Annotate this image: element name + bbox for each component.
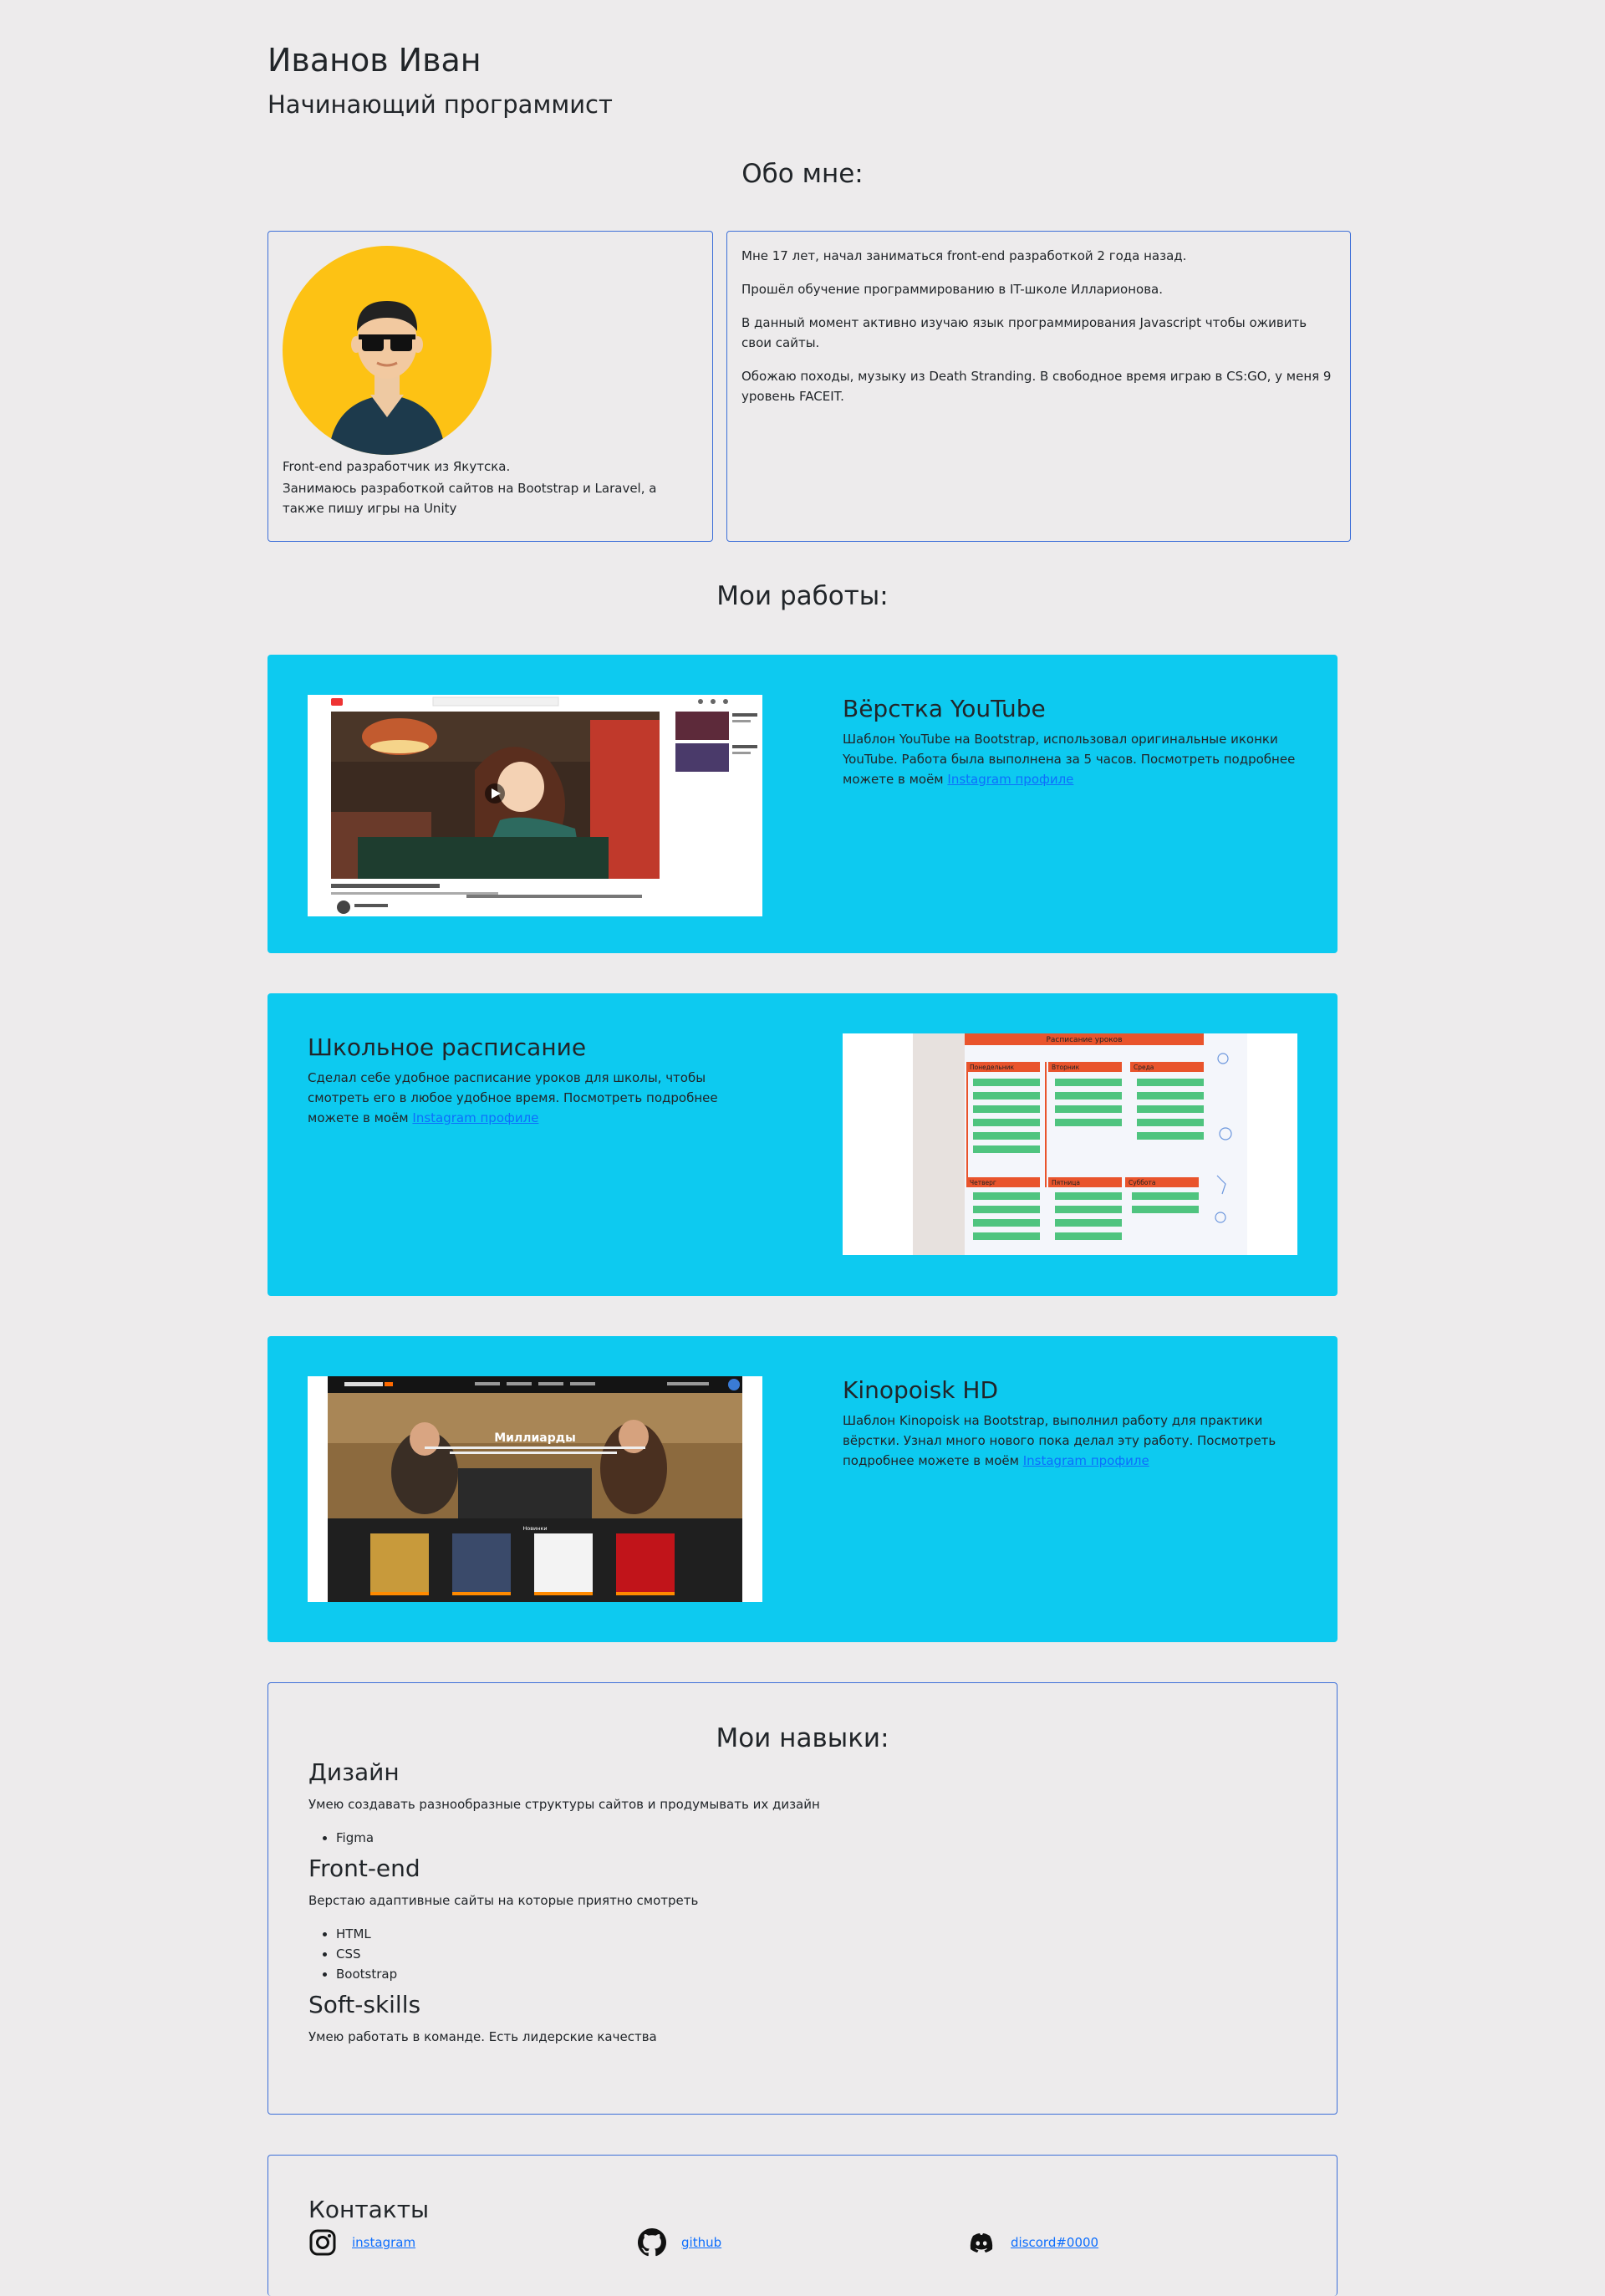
contacts-section: Контакты instagram github discord#0000 — [268, 2155, 1338, 2296]
instagram-link[interactable]: instagram — [352, 2235, 415, 2250]
github-link[interactable]: github — [681, 2235, 721, 2250]
schedule-header: Расписание уроков — [1046, 1036, 1122, 1044]
instagram-profile-link[interactable]: Instagram профиле — [947, 772, 1073, 787]
contact-github: github — [638, 2228, 967, 2257]
skill-group-text: Умею создавать разнообразные структуры с… — [308, 1797, 820, 1812]
work-description: Шаблон YouTube на Bootstrap, использовал… — [843, 732, 1296, 787]
avatar — [283, 246, 492, 455]
work-card-youtube: Вёрстка YouTube Шаблон YouTube на Bootst… — [268, 655, 1338, 953]
skill-group-title: Soft-skills — [308, 1991, 421, 2018]
discord-link[interactable]: discord#0000 — [1011, 2235, 1098, 2250]
work-card-kinopoisk: Миллиарды Новинки Kinopoisk HD Шаблон Ki… — [268, 1336, 1338, 1642]
skill-item: CSS — [336, 1944, 1297, 1964]
instagram-profile-link[interactable]: Instagram профиле — [412, 1110, 538, 1125]
skills-section: Мои навыки: Дизайн Умею создавать разноо… — [268, 1682, 1338, 2115]
kinopoisk-section-title: Новинки — [522, 1525, 547, 1532]
work-title: Kinopoisk HD — [843, 1376, 999, 1404]
skill-group-title: Дизайн — [308, 1758, 400, 1786]
contact-discord: discord#0000 — [967, 2228, 1297, 2257]
skill-item: Bootstrap — [336, 1964, 1297, 1984]
svg-text:Вторник: Вторник — [1052, 1064, 1080, 1071]
instagram-profile-link[interactable]: Instagram профиле — [1023, 1453, 1149, 1468]
github-icon — [638, 2228, 666, 2257]
instagram-icon — [309, 2229, 336, 2256]
about-details-card: Мне 17 лет, начал заниматься front-end р… — [726, 231, 1351, 542]
works-section-title: Мои работы: — [716, 581, 889, 611]
about-paragraph: В данный момент активно изучаю язык прог… — [741, 315, 1307, 350]
svg-text:Четверг: Четверг — [970, 1179, 996, 1186]
page-subtitle: Начинающий программист — [268, 90, 613, 119]
skill-group-text: Умею работать в команде. Есть лидерские … — [308, 2029, 657, 2044]
svg-text:Пятница: Пятница — [1052, 1179, 1080, 1186]
work-description: Шаблон Kinopoisk на Bootstrap, выполнил … — [843, 1413, 1276, 1468]
about-paragraph: Мне 17 лет, начал заниматься front-end р… — [741, 248, 1187, 263]
skill-list: HTML CSS Bootstrap — [336, 1924, 1297, 1984]
skill-group-title: Front-end — [308, 1855, 420, 1882]
schedule-days-top: Понедельник Вторник Среда — [966, 1062, 1204, 1072]
schedule-days-bottom: Четверг Пятница Суббота — [966, 1177, 1199, 1187]
youtube-screenshot — [308, 695, 762, 916]
skill-group-text: Верстаю адаптивные сайты на которые прия… — [308, 1893, 699, 1908]
about-paragraph: Прошёл обучение программированию в IT-шк… — [741, 282, 1163, 297]
svg-text:Суббота: Суббота — [1129, 1179, 1155, 1186]
page-title: Иванов Иван — [268, 42, 482, 79]
about-short-2: Занимаюсь разработкой сайтов на Bootstra… — [283, 481, 657, 516]
contact-instagram: instagram — [308, 2228, 638, 2257]
skill-item: Figma — [336, 1828, 1297, 1848]
svg-text:Понедельник: Понедельник — [970, 1064, 1015, 1071]
about-short-1: Front-end разработчик из Якутска. — [283, 459, 511, 474]
about-paragraph: Обожаю походы, музыку из Death Stranding… — [741, 369, 1332, 404]
work-description: Сделал себе удобное расписание уроков дл… — [308, 1070, 718, 1125]
kinopoisk-screenshot: Миллиарды Новинки — [308, 1376, 762, 1602]
about-profile-card: Front-end разработчик из Якутска. Занима… — [268, 231, 713, 542]
work-card-schedule: Школьное расписание Сделал себе удобное … — [268, 993, 1338, 1296]
work-title: Вёрстка YouTube — [843, 695, 1046, 722]
work-title: Школьное расписание — [308, 1033, 587, 1061]
discord-icon — [970, 2233, 993, 2253]
contacts-title: Контакты — [308, 2196, 430, 2223]
schedule-screenshot: Расписание уроков Понедельник Вторник Ср… — [843, 1033, 1297, 1255]
skill-list: Figma — [336, 1828, 1297, 1848]
skills-title: Мои навыки: — [716, 1723, 889, 1753]
about-section-title: Обо мне: — [741, 159, 864, 189]
kinopoisk-hero-title: Миллиарды — [494, 1431, 576, 1445]
skill-item: HTML — [336, 1924, 1297, 1944]
svg-text:Среда: Среда — [1134, 1064, 1154, 1071]
